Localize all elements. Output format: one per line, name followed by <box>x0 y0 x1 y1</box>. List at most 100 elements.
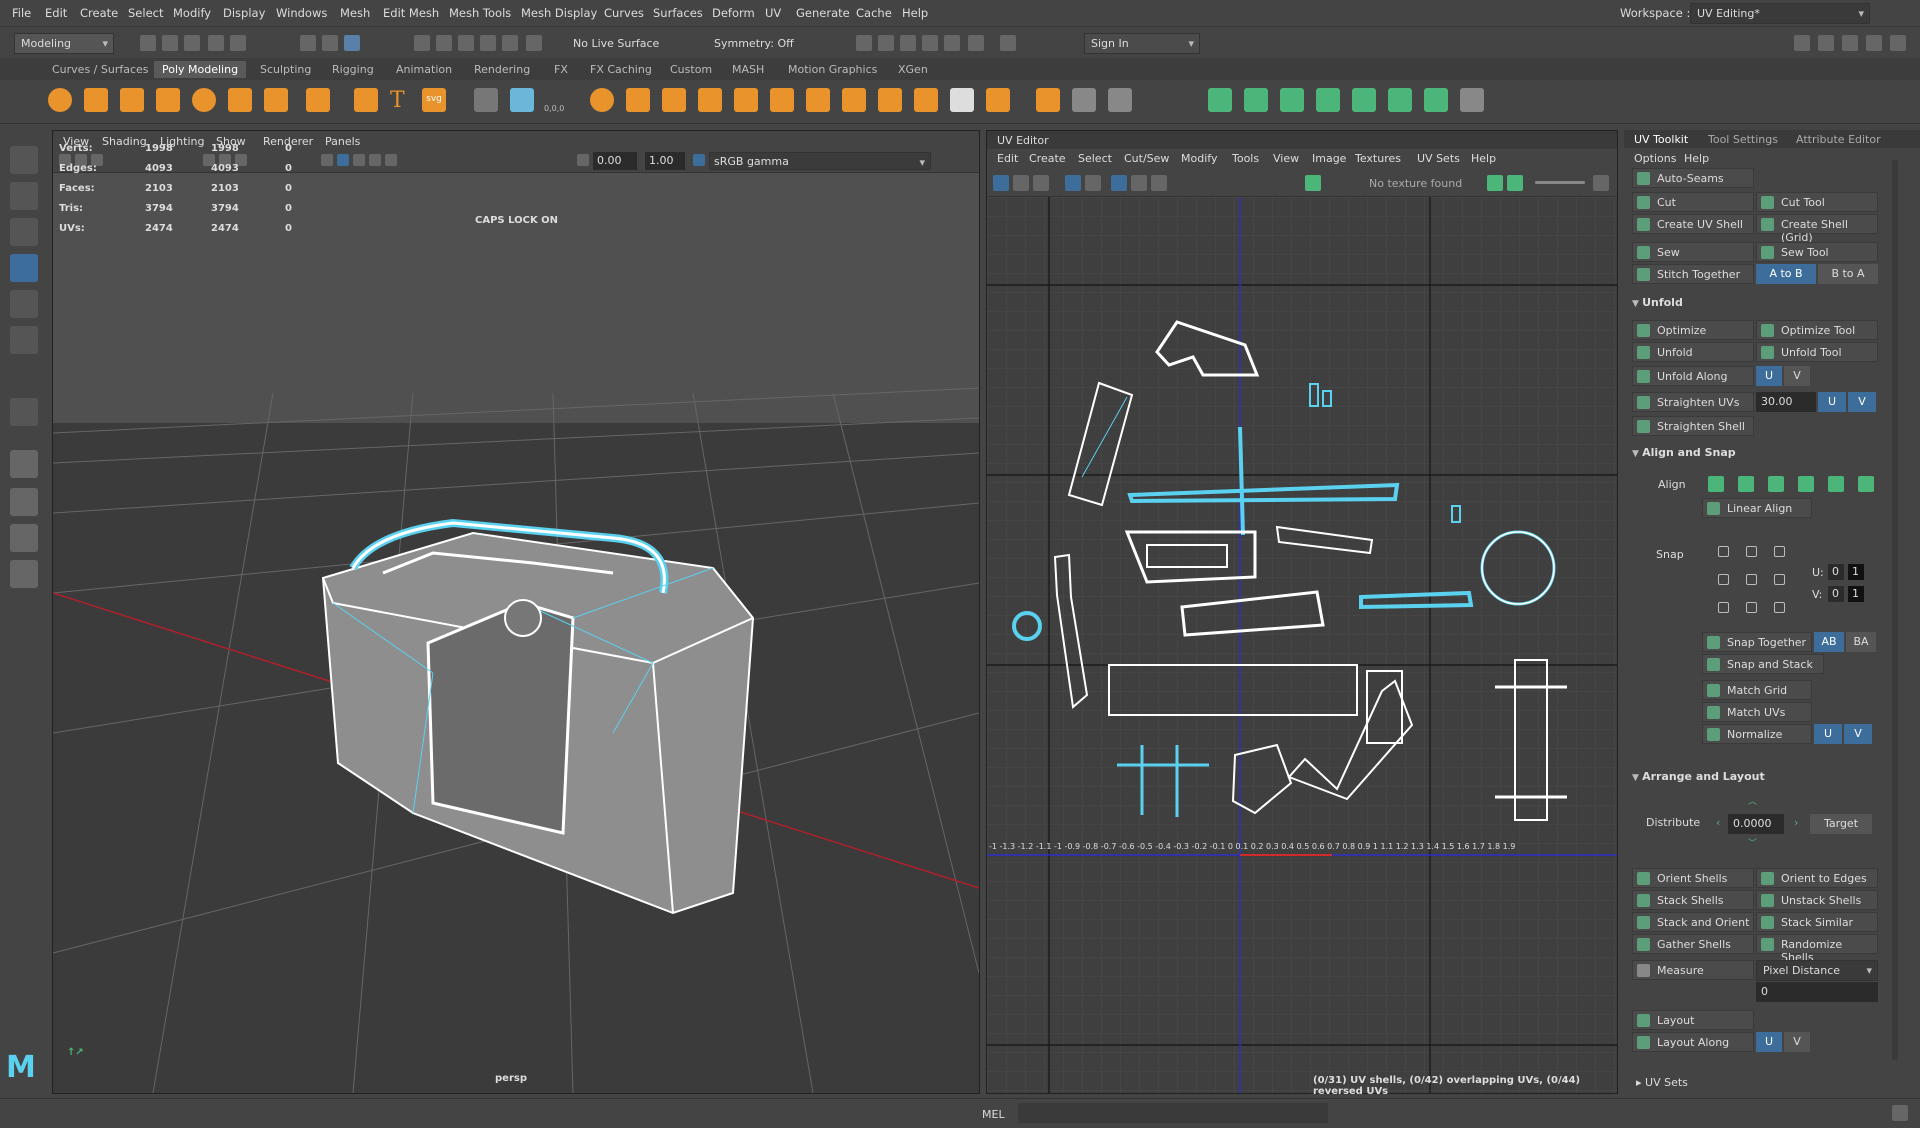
straighten-angle-field[interactable]: 30.00 <box>1756 392 1816 412</box>
exposure-field[interactable]: 0.00 <box>593 152 637 170</box>
menu-file[interactable]: File <box>12 6 31 20</box>
viewport-panel[interactable]: View Shading Lighting Show Renderer Pane… <box>52 130 980 1094</box>
reduce-icon[interactable] <box>806 88 830 112</box>
orient-shells-button[interactable]: Orient Shells <box>1632 868 1754 888</box>
measure-button[interactable]: Measure <box>1632 960 1754 980</box>
rotate-tool-icon[interactable] <box>10 290 38 318</box>
target-button[interactable]: Target <box>1810 814 1872 834</box>
distribute-field[interactable]: 0.0000 <box>1728 814 1784 834</box>
randomize-shells-button[interactable]: Randomize Shells <box>1756 934 1878 964</box>
uv-display-image-icon[interactable] <box>1111 175 1127 191</box>
hypershade-icon[interactable] <box>944 35 960 51</box>
super-shape-icon[interactable] <box>354 88 378 112</box>
four-view-icon[interactable] <box>10 488 38 516</box>
color-space-dropdown[interactable]: sRGB gamma <box>709 152 931 170</box>
snap-surface-icon[interactable] <box>502 35 518 51</box>
menu-uv[interactable]: UV <box>765 6 781 20</box>
layout-uv-icon[interactable] <box>1388 88 1412 112</box>
unfold-along-u-button[interactable]: U <box>1756 366 1782 386</box>
uv-canvas[interactable]: -1 -1.3 -1.2 -1.1 -1 -0.9 -0.8 -0.7 -0.6… <box>987 197 1617 1093</box>
menu-mesh[interactable]: Mesh <box>340 6 370 20</box>
pause-icon[interactable] <box>1000 35 1016 51</box>
snap-ba-button[interactable]: BA <box>1846 632 1876 652</box>
cut-sew-icon[interactable] <box>1424 88 1448 112</box>
menu-mesh-tools[interactable]: Mesh Tools <box>449 6 511 20</box>
tab-uv-toolkit[interactable]: UV Toolkit <box>1634 133 1688 146</box>
a-to-b-button[interactable]: A to B <box>1756 264 1816 284</box>
new-scene-icon[interactable] <box>140 35 156 51</box>
snap-v-min-field[interactable]: 0 <box>1828 586 1844 602</box>
render-sequence-icon[interactable] <box>878 35 894 51</box>
snap-u-max-field[interactable]: 1 <box>1848 564 1864 580</box>
gamma-field[interactable]: 1.00 <box>645 152 685 170</box>
match-uvs-button[interactable]: Match UVs <box>1702 702 1812 722</box>
menu-edit[interactable]: Edit <box>45 6 67 20</box>
brightness-slider[interactable] <box>1535 181 1585 184</box>
svg-icon[interactable]: svg <box>422 88 446 112</box>
paint-select-icon[interactable] <box>10 218 38 246</box>
orient-to-edges-button[interactable]: Orient to Edges <box>1756 868 1878 888</box>
poly-cube-icon[interactable] <box>84 88 108 112</box>
mirror-icon[interactable] <box>842 88 866 112</box>
normalize-button[interactable]: Normalize <box>1702 724 1812 744</box>
multi-cut-icon[interactable] <box>1036 88 1060 112</box>
tab-tool-settings[interactable]: Tool Settings <box>1708 133 1778 146</box>
bevel-icon[interactable] <box>662 88 686 112</box>
symmetry-label[interactable]: Symmetry: Off <box>714 37 794 50</box>
layout-along-button[interactable]: Layout Along <box>1632 1032 1754 1052</box>
fill-hole-icon[interactable] <box>734 88 758 112</box>
sign-in-dropdown[interactable]: Sign In <box>1084 33 1200 54</box>
straighten-shell-button[interactable]: Straighten Shell <box>1632 416 1754 436</box>
cut-tool-button[interactable]: Cut Tool <box>1756 192 1878 212</box>
separate-icon[interactable] <box>510 88 534 112</box>
poly-torus-icon[interactable] <box>192 88 216 112</box>
mode-dropdown[interactable]: Modeling <box>14 33 114 54</box>
toolkit-help-menu[interactable]: Help <box>1684 152 1709 165</box>
snap-view-plane-icon[interactable] <box>480 35 496 51</box>
unfold-section-header[interactable]: Unfold <box>1632 296 1683 309</box>
uv-pixel-snap-icon[interactable] <box>1085 175 1101 191</box>
linear-align-button[interactable]: Linear Align <box>1702 498 1812 518</box>
exposure-icon[interactable] <box>577 154 589 166</box>
snap-top-center-checkbox[interactable] <box>1746 546 1757 557</box>
uv-menu-cut-sew[interactable]: Cut/Sew <box>1124 152 1169 165</box>
distribute-up-icon[interactable]: ︿ <box>1748 794 1757 807</box>
scale-tool-icon[interactable] <box>10 326 38 354</box>
triangulate-icon[interactable] <box>878 88 902 112</box>
shelf-tab-fx-caching[interactable]: FX Caching <box>582 61 660 78</box>
uv-snapshot-icon[interactable] <box>950 88 974 112</box>
menu-select[interactable]: Select <box>128 6 163 20</box>
menu-help[interactable]: Help <box>902 6 928 20</box>
auto-seams-button[interactable]: Auto-Seams <box>1632 168 1754 188</box>
menu-cache[interactable]: Cache <box>856 6 892 20</box>
stack-and-orient-button[interactable]: Stack and Orient <box>1632 912 1754 932</box>
menu-edit-mesh[interactable]: Edit Mesh <box>383 6 439 20</box>
unfold-tool-button[interactable]: Unfold Tool <box>1756 342 1878 362</box>
quadrangulate-icon[interactable] <box>914 88 938 112</box>
snap-mid-left-checkbox[interactable] <box>1718 574 1729 585</box>
menu-generate[interactable]: Generate <box>796 6 850 20</box>
viewport-canvas[interactable] <box>53 173 979 1093</box>
snap-together-button[interactable]: Snap Together <box>1702 632 1812 652</box>
measure-mode-dropdown[interactable]: Pixel Distance <box>1756 960 1878 981</box>
vp-menu-panels[interactable]: Panels <box>325 135 360 148</box>
texture-icon[interactable] <box>1305 175 1321 191</box>
align-right-icon[interactable] <box>1768 476 1784 492</box>
menu-display[interactable]: Display <box>223 6 265 20</box>
optimize-tool-button[interactable]: Optimize Tool <box>1756 320 1878 340</box>
match-grid-button[interactable]: Match Grid <box>1702 680 1812 700</box>
offset-edge-loop-icon[interactable] <box>1108 88 1132 112</box>
live-surface-label[interactable]: No Live Surface <box>573 37 659 50</box>
create-shell-grid-button[interactable]: Create Shell (Grid) <box>1756 214 1878 244</box>
normalize-v-button[interactable]: V <box>1844 724 1872 744</box>
insert-edge-loop-icon[interactable] <box>1072 88 1096 112</box>
unstack-shells-button[interactable]: Unstack Shells <box>1756 890 1878 910</box>
align-bottom-icon[interactable] <box>1858 476 1874 492</box>
toolbar-expand-icon[interactable] <box>1593 175 1609 191</box>
open-scene-icon[interactable] <box>162 35 178 51</box>
align-center-v-icon[interactable] <box>1828 476 1844 492</box>
uv-menu-help[interactable]: Help <box>1471 152 1496 165</box>
center-pivot-icon[interactable]: 0,0,0 <box>544 88 568 113</box>
last-tool-icon[interactable] <box>10 398 38 426</box>
uv-menu-tools[interactable]: Tools <box>1232 152 1259 165</box>
